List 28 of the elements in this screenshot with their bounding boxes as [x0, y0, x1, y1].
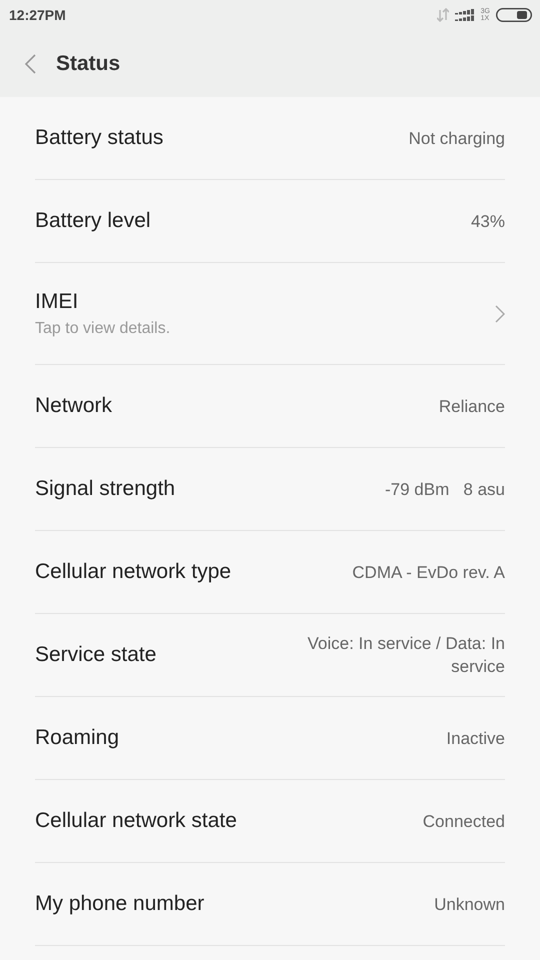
setting-label: Signal strength — [35, 477, 176, 501]
setting-value: Reliance — [438, 396, 505, 418]
chevron-icon — [495, 304, 505, 322]
setting-label: My phone number — [35, 892, 204, 916]
setting-label: Cellular network type — [35, 560, 232, 584]
clock: 12:27PM — [9, 7, 66, 23]
setting-subtitle: Tap to view details. — [35, 320, 170, 338]
setting-value: Connected — [422, 810, 505, 832]
back-icon[interactable] — [24, 54, 36, 74]
page-title: Status — [56, 52, 120, 76]
signal-icon — [454, 9, 475, 21]
setting-label: Roaming — [35, 726, 120, 750]
setting-label: Cellular network state — [35, 809, 237, 833]
setting-label: IMEI — [35, 290, 80, 314]
setting-label: Battery status — [35, 126, 164, 150]
setting-value: -79 dBm 8 asu — [384, 478, 505, 500]
setting-value: Inactive — [446, 728, 505, 750]
setting-value: Unknown — [434, 894, 505, 916]
setting-label: Battery level — [35, 209, 151, 233]
setting-label: Network — [35, 394, 112, 418]
battery-icon — [496, 8, 532, 22]
setting-value: CDMA - EvDo rev. A — [352, 562, 505, 584]
data-arrows-icon — [436, 8, 449, 22]
setting-value: 43% — [470, 210, 505, 232]
setting-value: Voice: In service / Data: In service — [306, 633, 505, 678]
setting-label: Service state — [35, 643, 156, 667]
setting-value: Not charging — [408, 128, 505, 150]
setting-item[interactable]: IMEI Tap to view details. — [35, 263, 505, 365]
